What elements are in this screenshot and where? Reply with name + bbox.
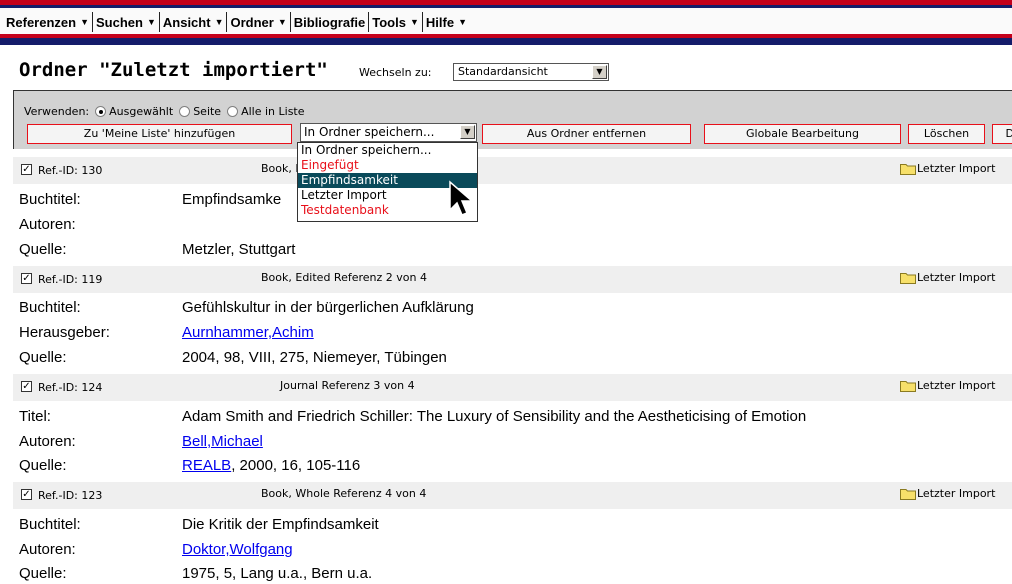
record-checkbox[interactable]: ✓ (21, 273, 32, 284)
field-label: Titel: (19, 408, 51, 425)
menu-ansicht[interactable]: Ansicht ▼ (160, 12, 228, 32)
ref-type: Journal Referenz 3 von 4 (280, 379, 415, 392)
field-label: Quelle: (19, 565, 67, 582)
menu-suchen[interactable]: Suchen ▼ (93, 12, 160, 32)
field-value: Empfindsamke (182, 191, 282, 208)
chevron-down-icon[interactable]: ▼ (460, 125, 475, 139)
field-value: Die Kritik der Empfindsamkeit (182, 516, 379, 533)
field-label: Autoren: (19, 541, 76, 558)
action-toolbar: Verwenden: Ausgewählt Seite Alle in List… (13, 90, 1012, 149)
ref-id: Ref.-ID: 123 (38, 489, 103, 502)
radio-page[interactable] (179, 106, 191, 117)
use-label: Verwenden: (24, 105, 90, 118)
dropdown-option[interactable]: Eingefügt (298, 158, 477, 173)
main-menu: Referenzen ▼ Suchen ▼ Ansicht ▼ Ordner ▼ Bib… (6, 12, 470, 32)
ref-id: Ref.-ID: 119 (38, 273, 103, 286)
folder-icon (900, 380, 916, 392)
field-label: Buchtitel: (19, 516, 81, 533)
field-label: Autoren: (19, 216, 76, 233)
author-link[interactable]: Doktor,Wolfgang (182, 541, 293, 558)
menu-ordner[interactable]: Ordner ▼ (227, 12, 291, 32)
field-label: Quelle: (19, 241, 67, 258)
record-header: ✓ Ref.-ID: 124 Journal Referenz 3 von 4 … (13, 374, 1012, 401)
editor-link[interactable]: Aurnhammer,Achim (182, 324, 314, 341)
field-label: Quelle: (19, 349, 67, 366)
record-checkbox[interactable]: ✓ (21, 381, 32, 392)
ref-id: Ref.-ID: 130 (38, 164, 103, 177)
ref-type: Book, Whole Referenz 4 von 4 (261, 487, 427, 500)
radio-selected-label: Ausgewählt (109, 105, 174, 118)
record-header: ✓ Ref.-ID: 123 Book, Whole Referenz 4 vo… (13, 482, 1012, 509)
record-checkbox[interactable]: ✓ (21, 489, 32, 500)
radio-page-label: Seite (193, 105, 222, 118)
folder-tag[interactable]: Letzter Import (900, 487, 995, 500)
save-to-folder-value: In Ordner speichern... (304, 125, 435, 139)
menu-tools[interactable]: Tools ▼ (369, 12, 423, 32)
journal-link[interactable]: REALB (182, 457, 231, 474)
field-label: Quelle: (19, 457, 67, 474)
folder-tag[interactable]: Letzter Import (900, 379, 995, 392)
record-header: ✓ Ref.-ID: 119 Book, Edited Referenz 2 v… (13, 266, 1012, 293)
add-to-my-list-button[interactable]: Zu 'Meine Liste' hinzufügen (27, 124, 292, 144)
chevron-down-icon: ▼ (80, 17, 89, 27)
view-select[interactable]: Standardansicht ▼ (453, 63, 609, 81)
radio-all[interactable] (227, 106, 239, 117)
chevron-down-icon: ▼ (146, 17, 156, 27)
source-value: REALB, 2000, 16, 105-116 (182, 457, 360, 474)
field-label: Herausgeber: (19, 324, 110, 341)
remove-from-folder-button[interactable]: Aus Ordner entfernen (482, 124, 691, 144)
folder-name: Letzter Import (917, 271, 996, 284)
delete-button[interactable]: Löschen (908, 124, 985, 144)
chevron-down-icon[interactable]: ▼ (592, 65, 607, 79)
chevron-down-icon: ▼ (214, 17, 224, 27)
record-header: ✓ Ref.-ID: 130 Book, E Letzter Import (13, 157, 1012, 184)
chevron-down-icon: ▼ (277, 17, 287, 27)
folder-icon (900, 488, 916, 500)
author-link[interactable]: Bell,Michael (182, 433, 263, 450)
folder-name: Letzter Import (917, 162, 996, 175)
ref-id: Ref.-ID: 124 (38, 381, 103, 394)
menu-referenzen[interactable]: Referenzen ▼ (6, 12, 93, 32)
page-title: Ordner "Zuletzt importiert" (19, 59, 328, 81)
view-select-value: Standardansicht (458, 65, 548, 78)
menu-stripe-navy (0, 38, 1012, 45)
chevron-down-icon: ▼ (409, 17, 419, 27)
field-label: Buchtitel: (19, 191, 81, 208)
folder-name: Letzter Import (917, 487, 996, 500)
radio-all-label: Alle in Liste (241, 105, 305, 118)
use-scope-row: Verwenden: Ausgewählt Seite Alle in List… (24, 105, 305, 118)
save-to-folder-select[interactable]: In Ordner speichern... ▼ (300, 123, 477, 142)
mouse-cursor-icon (449, 180, 474, 216)
source-details: , 2000, 16, 105-116 (231, 457, 361, 474)
radio-selected[interactable] (95, 106, 107, 117)
field-label: Autoren: (19, 433, 76, 450)
folder-icon (900, 272, 916, 284)
more-button[interactable]: D (992, 124, 1012, 144)
field-value: Adam Smith and Friedrich Schiller: The L… (182, 408, 807, 425)
folder-name: Letzter Import (917, 379, 996, 392)
dropdown-option[interactable]: In Ordner speichern... (298, 143, 477, 158)
ref-type: Book, Edited Referenz 2 von 4 (261, 271, 427, 284)
folder-tag[interactable]: Letzter Import (900, 162, 995, 175)
field-value: 1975, 5, Lang u.a., Bern u.a. (182, 565, 373, 582)
global-edit-button[interactable]: Globale Bearbeitung (704, 124, 901, 144)
folder-icon (900, 163, 916, 175)
field-label: Buchtitel: (19, 299, 81, 316)
menu-bibliografie[interactable]: Bibliografie (291, 12, 370, 32)
field-value: Gefühlskultur in der bürgerlichen Aufklä… (182, 299, 474, 316)
chevron-down-icon: ▼ (458, 17, 467, 27)
switch-view-label: Wechseln zu: (359, 66, 432, 79)
field-value: 2004, 98, VIII, 275, Niemeyer, Tübingen (182, 349, 447, 366)
field-value: Metzler, Stuttgart (182, 241, 296, 258)
record-checkbox[interactable]: ✓ (21, 164, 32, 175)
menu-hilfe[interactable]: Hilfe ▼ (423, 12, 470, 32)
folder-tag[interactable]: Letzter Import (900, 271, 995, 284)
